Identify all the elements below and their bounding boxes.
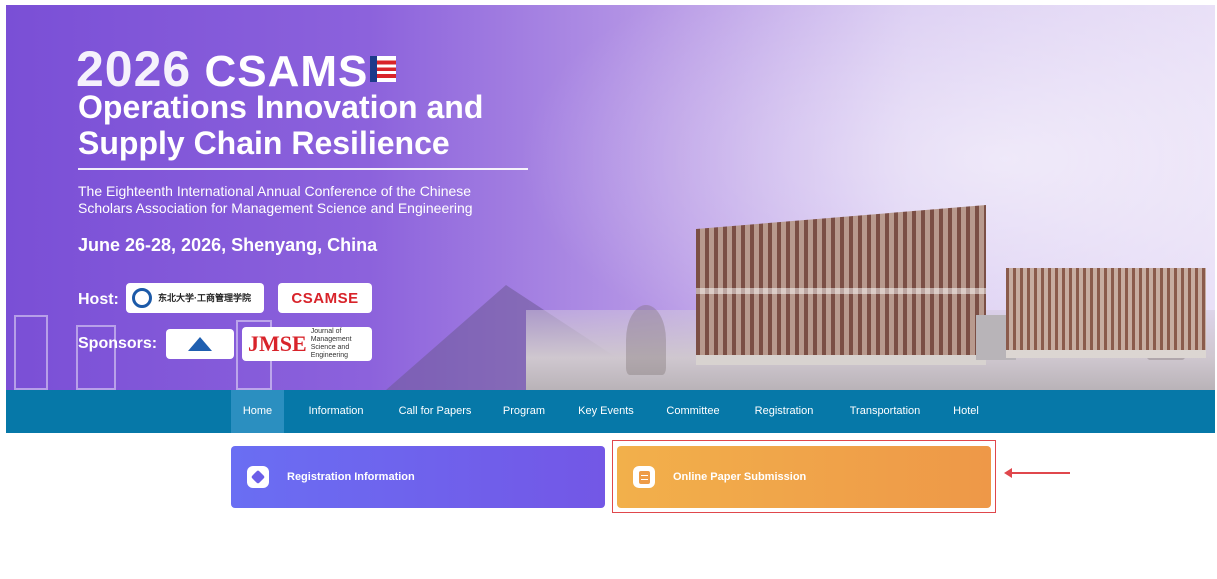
hero-banner: 2026 CSAMS Operations Innovation and Sup…: [6, 5, 1215, 390]
pen-icon: [247, 466, 269, 488]
main-nav: Home Information Call for Papers Program…: [6, 390, 1215, 433]
registration-information-card[interactable]: Registration Information: [231, 446, 605, 508]
csamse-logo: CSAMSE: [278, 283, 372, 313]
neu-logo: 东北大学·工商管理学院: [126, 283, 264, 313]
nav-call-for-papers[interactable]: Call for Papers: [390, 390, 480, 433]
nav-key-events[interactable]: Key Events: [573, 390, 639, 433]
page: 2026 CSAMS Operations Innovation and Sup…: [0, 0, 1217, 579]
arrow-left-icon: [1004, 468, 1070, 478]
nav-home[interactable]: Home: [231, 390, 284, 433]
nav-hotel[interactable]: Hotel: [946, 390, 986, 433]
nav-information[interactable]: Information: [302, 390, 370, 433]
nav-program[interactable]: Program: [496, 390, 552, 433]
nsfc-mountain-icon: [188, 337, 212, 351]
conference-title: Operations Innovation and Supply Chain R…: [78, 89, 484, 161]
sponsors-label: Sponsors:: [78, 335, 158, 352]
campus-building-image-right: [1006, 268, 1206, 358]
registration-card-label: Registration Information: [287, 471, 415, 483]
neu-seal-icon: [132, 288, 152, 308]
divider: [78, 168, 528, 170]
jmse-logo: JMSE Journal of Management Science and E…: [242, 327, 372, 361]
annotation-highlight-box: [612, 440, 996, 513]
host-label: Host:: [78, 291, 119, 308]
nav-committee[interactable]: Committee: [658, 390, 728, 433]
csamse-e-logo-icon: [370, 56, 397, 82]
nsfc-logo: [166, 329, 234, 359]
campus-building-image: [696, 205, 986, 365]
nav-registration[interactable]: Registration: [748, 390, 820, 433]
nav-transportation[interactable]: Transportation: [840, 390, 930, 433]
conference-date: June 26-28, 2026, Shenyang, China: [78, 235, 378, 255]
conference-subtitle: The Eighteenth International Annual Conf…: [78, 183, 473, 216]
